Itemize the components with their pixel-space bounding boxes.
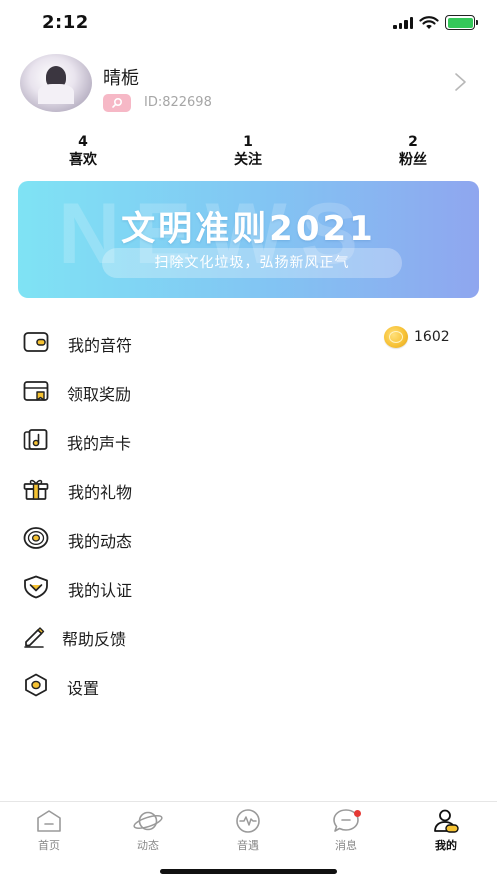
menu-item-sound-card[interactable]: 我的声卡 <box>0 418 497 462</box>
status-bar: 2:12 <box>0 0 497 48</box>
coin-icon <box>384 326 408 348</box>
tab-label: 动态 <box>137 839 159 852</box>
pulse-icon <box>236 809 260 833</box>
unread-dot <box>354 810 361 817</box>
promo-banner[interactable]: NEWS 文明准则2021 扫除文化垃圾，弘扬新风正气 <box>18 181 479 298</box>
tab-label: 音遇 <box>237 839 259 852</box>
profile-tag-badge <box>103 94 131 112</box>
menu-label: 我的音符 <box>68 336 133 355</box>
wallet-icon <box>23 332 49 352</box>
menu-label: 我的礼物 <box>68 483 133 502</box>
tab-home[interactable]: 首页 <box>19 808 79 853</box>
search-icon <box>112 97 123 108</box>
menu-item-gifts[interactable]: 我的礼物 <box>0 467 497 511</box>
profile-stats: 4 喜欢 1 关注 2 粉丝 <box>0 134 497 172</box>
coin-balance: 1602 <box>384 326 450 348</box>
home-indicator <box>160 869 337 874</box>
menu-label: 我的认证 <box>68 581 133 600</box>
stat-count: 1 <box>243 134 253 150</box>
stat-label: 粉丝 <box>399 152 427 168</box>
avatar[interactable] <box>20 54 92 112</box>
pencil-icon <box>24 627 45 648</box>
planet-icon <box>133 811 163 831</box>
username: 晴栀 <box>103 68 139 89</box>
menu-item-moments[interactable]: 我的动态 <box>0 516 497 560</box>
stat-fans[interactable]: 2 粉丝 <box>373 134 453 169</box>
profile-header[interactable]: 晴栀 ID:822698 <box>0 48 497 126</box>
stat-label: 喜欢 <box>69 152 97 168</box>
menu-label: 领取奖励 <box>67 385 132 404</box>
stat-label: 关注 <box>234 152 262 168</box>
tab-voice-match[interactable]: 音遇 <box>218 808 278 853</box>
status-time: 2:12 <box>42 12 89 33</box>
chevron-right-icon[interactable] <box>452 70 468 94</box>
tab-label: 我的 <box>435 839 457 852</box>
menu-label: 我的动态 <box>68 532 133 551</box>
record-disc-icon <box>23 527 49 549</box>
stat-count: 4 <box>78 134 88 150</box>
hexagon-settings-icon <box>25 673 47 697</box>
menu-item-rewards[interactable]: 领取奖励 <box>0 369 497 413</box>
tab-messages[interactable]: 消息 <box>316 808 376 853</box>
cellular-signal-icon <box>393 16 413 29</box>
menu-item-verification[interactable]: 我的认证 <box>0 565 497 609</box>
tab-mine[interactable]: 我的 <box>416 808 476 853</box>
menu-label: 我的声卡 <box>67 434 132 453</box>
banner-title: 文明准则2021 <box>121 209 376 249</box>
tab-moments[interactable]: 动态 <box>118 808 178 853</box>
stat-following[interactable]: 1 关注 <box>208 134 288 169</box>
menu-item-notes[interactable]: 我的音符 1602 <box>0 320 497 364</box>
battery-icon <box>445 15 478 30</box>
sound-card-icon <box>23 429 48 450</box>
home-icon <box>37 810 61 832</box>
user-id: ID:822698 <box>144 95 212 110</box>
stat-likes[interactable]: 4 喜欢 <box>43 134 123 169</box>
menu-label: 设置 <box>67 679 100 698</box>
verified-shield-icon <box>24 575 48 599</box>
menu-item-settings[interactable]: 设置 <box>0 663 497 707</box>
banner-subtitle: 扫除文化垃圾，弘扬新风正气 <box>102 248 402 278</box>
menu-item-help-feedback[interactable]: 帮助反馈 <box>0 614 497 658</box>
tab-label: 首页 <box>38 839 60 852</box>
coin-count: 1602 <box>414 329 450 345</box>
user-icon <box>434 809 459 833</box>
gift-icon <box>23 479 49 500</box>
reward-card-icon <box>23 381 49 401</box>
status-icons <box>393 15 478 30</box>
tab-label: 消息 <box>335 839 357 852</box>
wifi-icon <box>419 15 439 29</box>
menu-label: 帮助反馈 <box>62 630 127 649</box>
stat-count: 2 <box>408 134 418 150</box>
